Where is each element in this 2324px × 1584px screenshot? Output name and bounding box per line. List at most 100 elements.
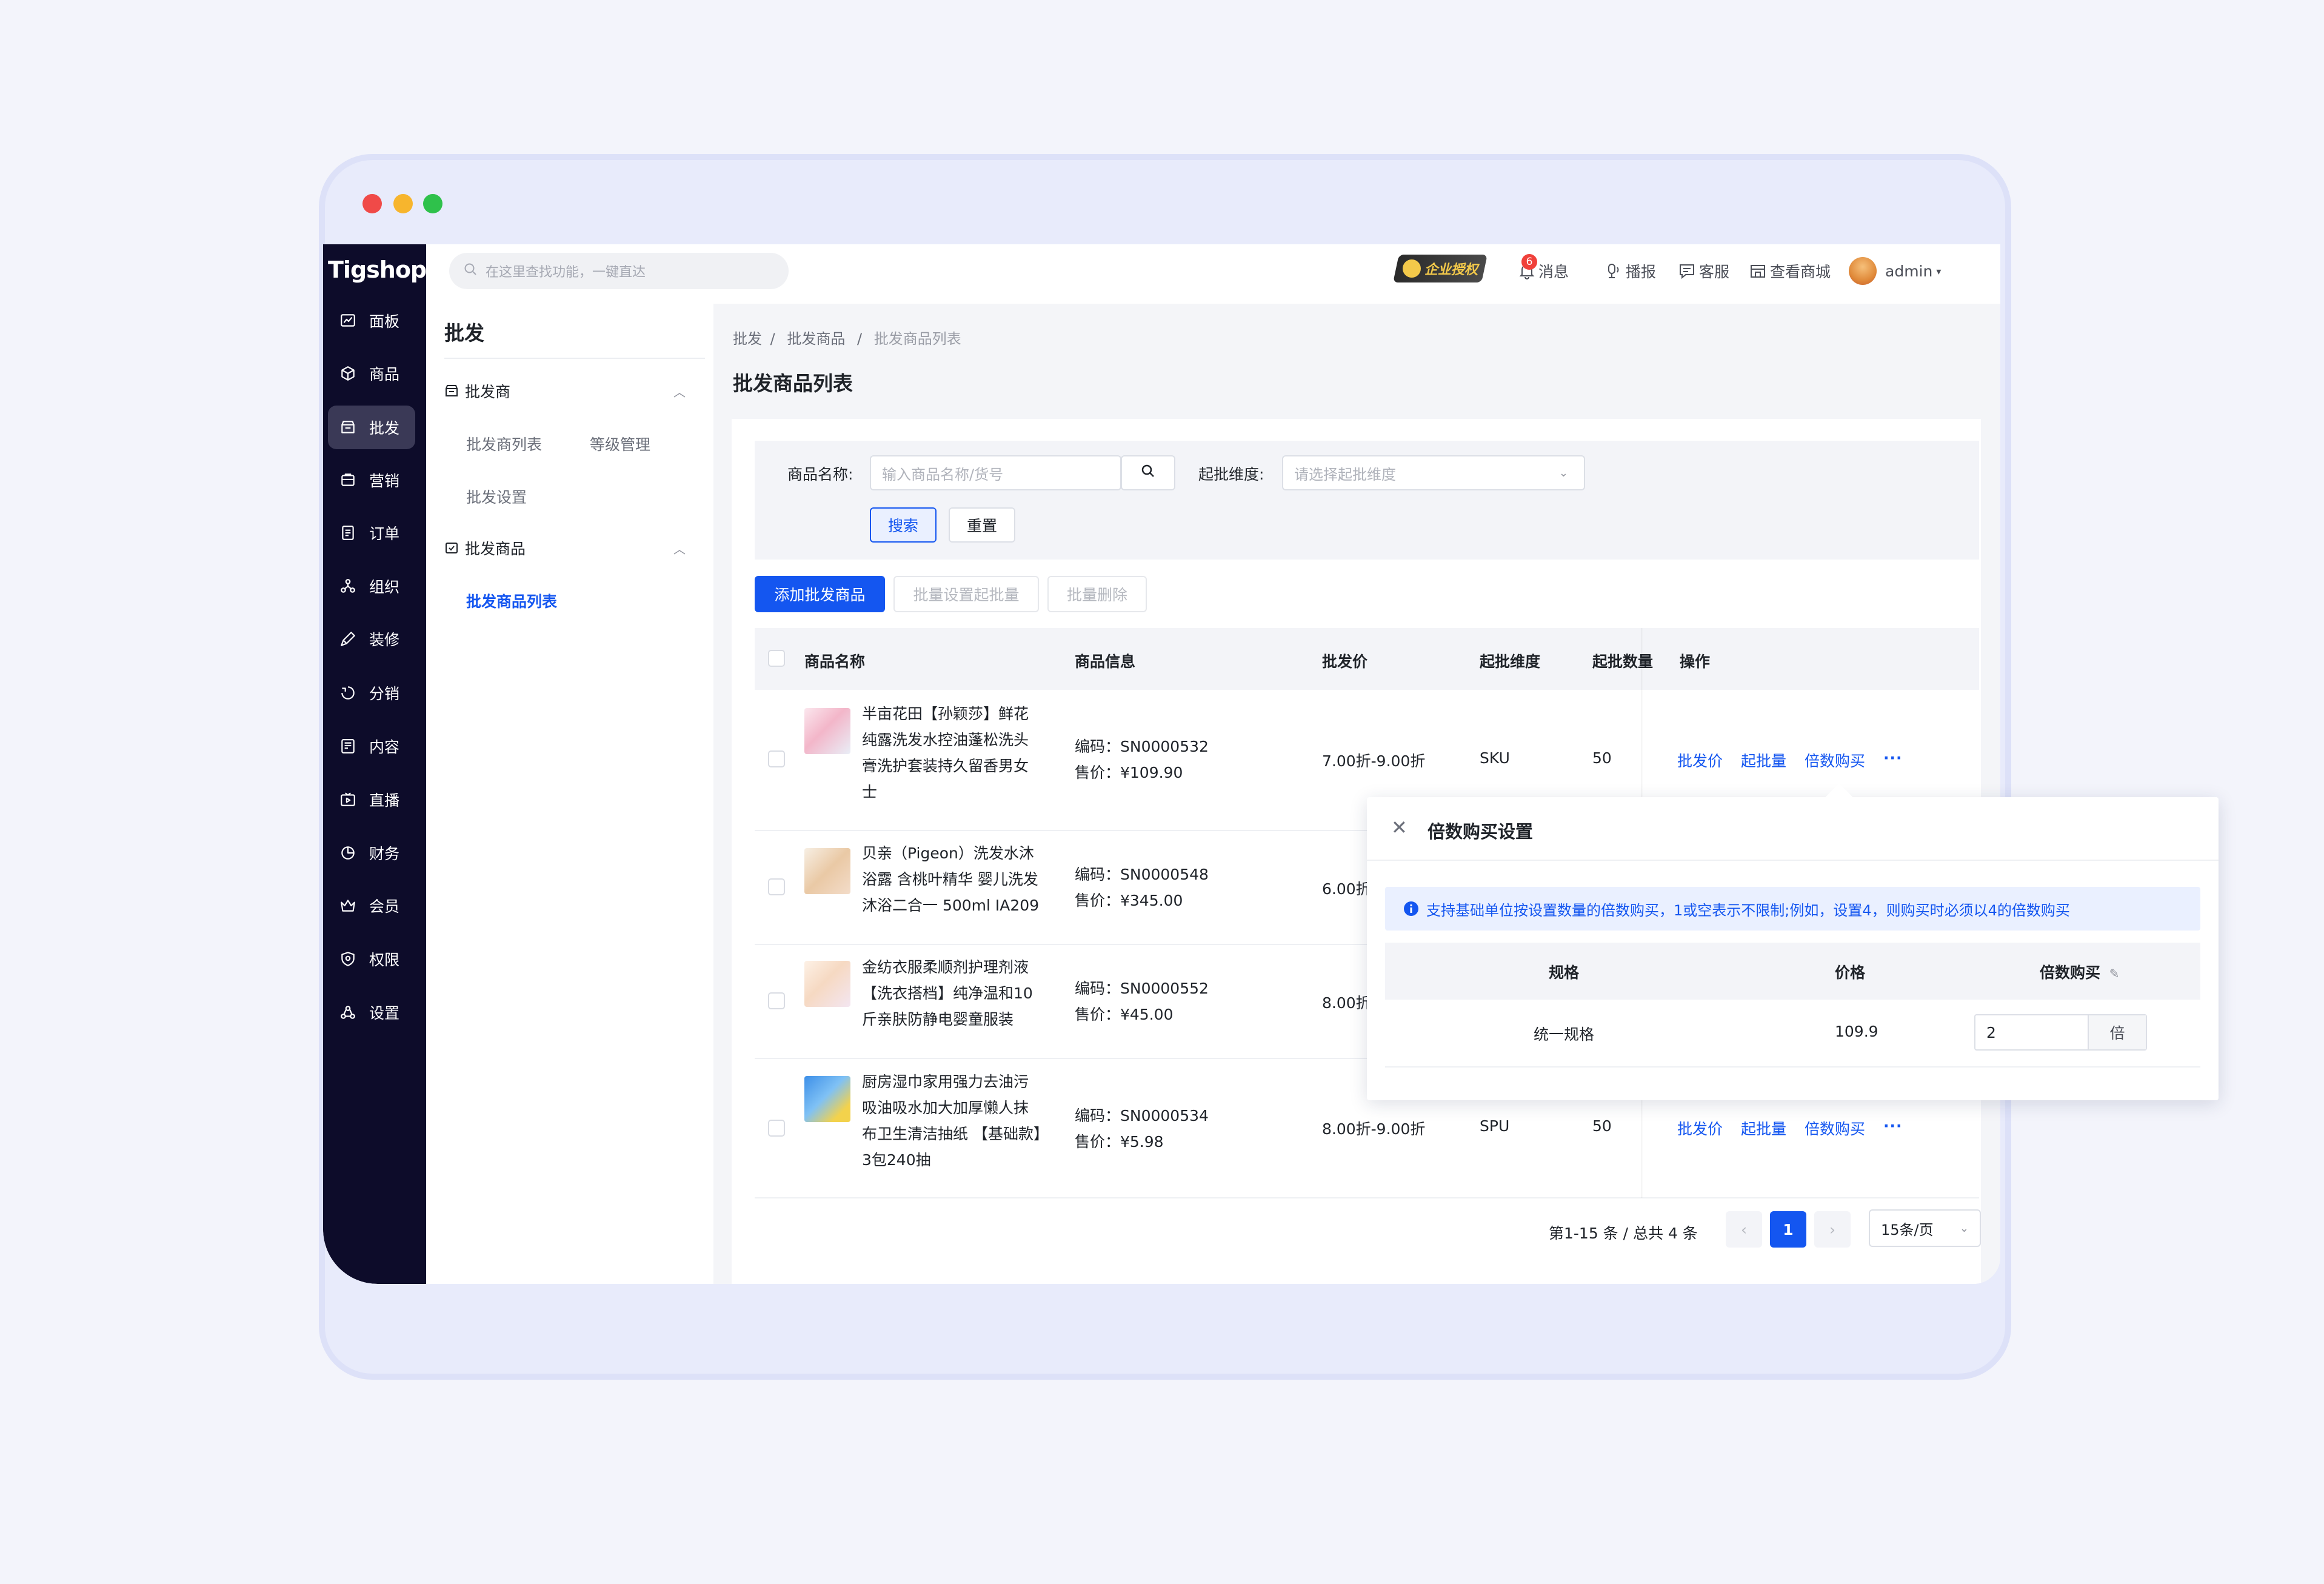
view-mall-button[interactable]: 查看商城 bbox=[1749, 258, 1831, 284]
product-name-input[interactable]: 输入商品名称/货号 bbox=[870, 455, 1121, 490]
batch-set-min-qty-button[interactable]: 批量设置起批量 bbox=[893, 576, 1039, 612]
wholesale-price: 7.00折-9.00折 bbox=[1322, 752, 1426, 770]
minimize-window-dot[interactable] bbox=[393, 194, 413, 213]
product-name[interactable]: 金纺衣服柔顺剂护理剂液 【洗衣搭档】纯净温和10 斤亲肤防静电婴童服装 bbox=[862, 954, 1050, 1032]
column-header: 起批数量 bbox=[1592, 653, 1654, 670]
wholesale-dimension-label: 起批维度: bbox=[1198, 466, 1264, 483]
wholesale-price: 8.00折 bbox=[1322, 994, 1371, 1012]
search-button[interactable]: 搜索 bbox=[870, 507, 937, 543]
edit-min-qty-link[interactable]: 起批量 bbox=[1741, 749, 1786, 771]
multiple-purchase-input[interactable]: 2 倍 bbox=[1974, 1014, 2147, 1051]
more-actions-icon[interactable]: ··· bbox=[1883, 749, 1903, 771]
wholesale-price: 8.00折-9.00折 bbox=[1322, 1120, 1426, 1138]
sidebar-item-label: 商品 bbox=[369, 366, 400, 383]
info-alert: 支持基础单位按设置数量的倍数购买，1或空表示不限制;例如，设置4，则购买时必须以… bbox=[1385, 887, 2200, 931]
nav-level-management[interactable]: 等级管理 bbox=[590, 433, 650, 455]
sidebar-item[interactable]: 组织 bbox=[328, 564, 415, 608]
multiple-unit: 倍 bbox=[2088, 1015, 2146, 1049]
sidebar-item[interactable]: 会员 bbox=[328, 884, 415, 927]
broadcast-button[interactable]: 播报 bbox=[1605, 258, 1656, 284]
sidebar-item[interactable]: 内容 bbox=[328, 724, 415, 768]
messages-button[interactable]: 6 消息 bbox=[1519, 254, 1569, 284]
filter-panel: 商品名称: 输入商品名称/货号 起批维度: 请选择起批维度 ⌄ 搜索 重置 bbox=[755, 441, 1979, 560]
breadcrumb-item[interactable]: 批发 bbox=[733, 330, 762, 347]
popover-table-header: 规格 价格 倍数购买 ✎ bbox=[1385, 943, 2200, 1000]
wholesale-dimension-select[interactable]: 请选择起批维度 ⌄ bbox=[1282, 455, 1585, 490]
reset-button[interactable]: 重置 bbox=[949, 507, 1015, 543]
add-wholesale-product-button[interactable]: 添加批发商品 bbox=[755, 576, 885, 612]
sidebar-item[interactable]: 权限 bbox=[328, 937, 415, 981]
spec-price: 109.9 bbox=[1835, 1023, 1878, 1040]
search-icon-button[interactable] bbox=[1121, 455, 1175, 490]
main-content: 批发 / 批发商品 / 批发商品列表 批发商品列表 商品名称: 输入商品名称/货… bbox=[713, 304, 2000, 1284]
page-size-select[interactable]: 15条/页 ⌄ bbox=[1869, 1209, 1981, 1247]
brand-logo[interactable]: Tigshop bbox=[328, 250, 427, 289]
sidebar-item-label: 直播 bbox=[369, 792, 400, 809]
app-window: Tigshop 面板 商品 批发 营销 订单 组织 装修 分销 内容 直播 财务 会员 权限 设置 在这里… bbox=[323, 244, 2000, 1284]
row-checkbox[interactable] bbox=[768, 992, 785, 1009]
multiple-purchase-link[interactable]: 倍数购买 bbox=[1805, 749, 1865, 771]
breadcrumb-item[interactable]: 批发商品 bbox=[787, 330, 845, 347]
nav-wholesaler-list[interactable]: 批发商列表 bbox=[466, 433, 542, 455]
product-info: 编码：SN0000548 售价：¥345.00 bbox=[1075, 866, 1209, 909]
multiple-value[interactable]: 2 bbox=[1975, 1015, 2088, 1049]
nav-group-wholesaler[interactable]: 批发商 ︿ bbox=[444, 380, 699, 402]
close-window-dot[interactable] bbox=[362, 194, 382, 213]
column-header: 操作 bbox=[1680, 653, 1711, 670]
sidebar-item-label: 会员 bbox=[369, 898, 400, 915]
batch-delete-button[interactable]: 批量删除 bbox=[1047, 576, 1147, 612]
nav-wholesale-settings[interactable]: 批发设置 bbox=[466, 486, 527, 507]
sidebar-item[interactable]: 商品 bbox=[328, 352, 415, 395]
product-info: 编码：SN0000532 售价：¥109.90 bbox=[1075, 738, 1209, 781]
info-icon bbox=[1403, 901, 1419, 917]
maximize-window-dot[interactable] bbox=[423, 194, 442, 213]
sidebar-item[interactable]: 设置 bbox=[328, 991, 415, 1034]
sidebar-item-label: 装修 bbox=[369, 631, 400, 649]
product-name[interactable]: 半亩花田【孙颖莎】鲜花 纯露洗发水控油蓬松洗头 膏洗护套装持久留香男女 士 bbox=[862, 701, 1050, 805]
nav-group-wholesale-products[interactable]: 批发商品 ︿ bbox=[444, 537, 699, 559]
sidebar-item[interactable]: 装修 bbox=[328, 617, 415, 661]
edit-wholesale-price-link[interactable]: 批发价 bbox=[1677, 1117, 1723, 1139]
product-name[interactable]: 贝亲（Pigeon）洗发水沐 浴露 含桃叶精华 婴儿洗发 沐浴二合一 500ml… bbox=[862, 840, 1050, 918]
next-page-button[interactable]: › bbox=[1814, 1211, 1851, 1248]
nav-wholesale-product-list[interactable]: 批发商品列表 bbox=[466, 590, 557, 612]
row-checkbox[interactable] bbox=[768, 750, 785, 767]
sidebar-item[interactable]: 分销 bbox=[328, 671, 415, 715]
more-actions-icon[interactable]: ··· bbox=[1883, 1117, 1903, 1139]
sidebar-item[interactable]: 直播 bbox=[328, 778, 415, 821]
spec-name: 统一规格 bbox=[1534, 1026, 1595, 1043]
sidebar-item[interactable]: 批发 bbox=[328, 406, 415, 449]
sidebar-item[interactable]: 面板 bbox=[328, 299, 415, 343]
multiple-purchase-link[interactable]: 倍数购买 bbox=[1805, 1117, 1865, 1139]
row-checkbox[interactable] bbox=[768, 878, 785, 895]
breadcrumb: 批发 / 批发商品 / 批发商品列表 bbox=[733, 330, 961, 347]
user-menu[interactable]: admin ▾ bbox=[1849, 257, 1941, 285]
select-all-checkbox[interactable] bbox=[768, 650, 785, 667]
broadcast-icon bbox=[1605, 262, 1622, 279]
order-icon bbox=[339, 524, 357, 542]
sidebar-item-label: 批发 bbox=[369, 419, 400, 437]
store-icon bbox=[339, 418, 357, 436]
product-info: 编码：SN0000534 售价：¥5.98 bbox=[1075, 1107, 1209, 1151]
brush-icon bbox=[339, 630, 357, 648]
edit-min-qty-link[interactable]: 起批量 bbox=[1741, 1117, 1786, 1139]
table-header: 商品名称 商品信息 批发价 起批维度 起批数量 操作 bbox=[755, 628, 1979, 690]
product-thumbnail bbox=[804, 848, 850, 894]
global-search-input[interactable]: 在这里查找功能，一键直达 bbox=[449, 253, 789, 289]
message-count-badge: 6 bbox=[1521, 254, 1537, 270]
column-header: 起批维度 bbox=[1480, 653, 1541, 670]
sidebar-item[interactable]: 营销 bbox=[328, 458, 415, 502]
row-checkbox[interactable] bbox=[768, 1120, 785, 1137]
close-icon[interactable]: ✕ bbox=[1391, 818, 1407, 837]
multiple-purchase-popover: ✕ 倍数购买设置 支持基础单位按设置数量的倍数购买，1或空表示不限制;例如，设置… bbox=[1367, 783, 2219, 1100]
customer-service-button[interactable]: 客服 bbox=[1678, 258, 1729, 284]
product-name[interactable]: 厨房湿巾家用强力去油污 吸油吸水加大加厚懒人抹 布卫生清洁抽纸 【基础款】 3包… bbox=[862, 1069, 1050, 1173]
sidebar-item[interactable]: 订单 bbox=[328, 511, 415, 555]
edit-wholesale-price-link[interactable]: 批发价 bbox=[1677, 749, 1723, 771]
wholesale-min-qty: 50 bbox=[1592, 1117, 1612, 1135]
sidebar-item[interactable]: 财务 bbox=[328, 831, 415, 875]
page-number-current[interactable]: 1 bbox=[1770, 1211, 1806, 1248]
prev-page-button[interactable]: ‹ bbox=[1726, 1211, 1762, 1248]
enterprise-license-badge[interactable]: 企业授权 bbox=[1393, 255, 1488, 282]
edit-pencil-icon[interactable]: ✎ bbox=[2109, 966, 2120, 981]
